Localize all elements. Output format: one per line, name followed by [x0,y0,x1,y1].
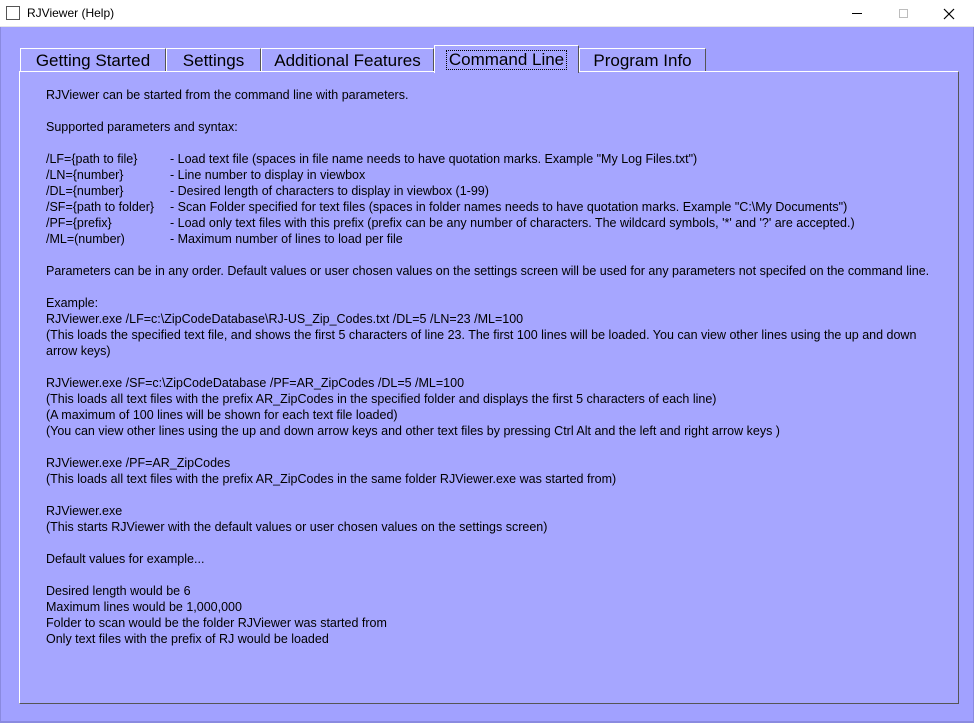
supported-heading: Supported parameters and syntax: [46,120,238,134]
defaults-heading: Default values for example... [46,552,205,566]
param-row: /SF={path to folder} - Scan Folder speci… [46,199,951,215]
example-command: RJViewer.exe [46,504,123,518]
param-flag: /ML=(number) [46,232,125,246]
param-row: /LN={number} - Line number to display in… [46,167,951,183]
tab-program-info[interactable]: Program Info [579,48,706,72]
order-note: Parameters can be in any order. Default … [46,264,930,278]
example-command: RJViewer.exe /SF=c:\ZipCodeDatabase /PF=… [46,376,465,390]
example-command: RJViewer.exe /LF=c:\ZipCodeDatabase\RJ-U… [46,312,524,326]
default-value: Only text files with the prefix of RJ wo… [46,632,329,646]
example-description: (This starts RJViewer with the default v… [46,520,548,534]
example-description: (This loads all text files with the pref… [46,392,717,406]
default-value: Folder to scan would be the folder RJVie… [46,616,387,630]
example-description: (A maximum of 100 lines will be shown fo… [46,408,398,422]
minimize-button[interactable] [834,0,880,27]
tab-settings[interactable]: Settings [166,48,261,72]
param-desc: - Load only text files with this prefix … [170,216,855,230]
param-flag: /LN={number} [46,168,124,182]
tab-additional-features[interactable]: Additional Features [261,48,434,72]
param-desc: - Line number to display in viewbox [170,168,366,182]
close-button[interactable] [926,0,972,27]
tab-command-line[interactable]: Command Line [434,45,579,73]
param-flag: /PF={prefix} [46,216,112,230]
intro-text: RJViewer can be started from the command… [46,88,409,102]
example-heading: Example: [46,296,99,310]
example-description: (This loads all text files with the pref… [46,472,617,486]
param-desc: - Maximum number of lines to load per fi… [170,232,403,246]
tab-getting-started[interactable]: Getting Started [20,48,166,72]
maximize-icon [898,9,908,18]
example-description: (This loads the specified text file, and… [46,328,917,358]
help-text: RJViewer can be started from the command… [46,87,951,647]
param-desc: - Desired length of characters to displa… [170,184,489,198]
param-row: /LF={path to file} - Load text file (spa… [46,151,951,167]
example-description: (You can view other lines using the up a… [46,424,780,438]
param-desc: - Load text file (spaces in file name ne… [170,152,698,166]
command-line-panel: RJViewer can be started from the command… [19,71,959,704]
default-value: Maximum lines would be 1,000,000 [46,600,242,614]
param-row: /DL={number} - Desired length of charact… [46,183,951,199]
title-bar: RJViewer (Help) [0,0,974,27]
param-desc: - Scan Folder specified for text files (… [170,200,848,214]
window-title: RJViewer (Help) [27,6,115,20]
param-flag: /LF={path to file} [46,152,138,166]
param-row: /PF={prefix} - Load only text files with… [46,215,951,231]
example-command: RJViewer.exe /PF=AR_ZipCodes [46,456,231,470]
maximize-button[interactable] [880,0,926,27]
app-icon [6,6,20,20]
help-window-client: Getting Started Settings Additional Feat… [0,27,974,723]
param-row: /ML=(number) - Maximum number of lines t… [46,231,951,247]
minimize-icon [852,13,862,14]
default-value: Desired length would be 6 [46,584,191,598]
param-flag: /DL={number} [46,184,124,198]
param-flag: /SF={path to folder} [46,200,155,214]
close-icon [943,8,955,19]
